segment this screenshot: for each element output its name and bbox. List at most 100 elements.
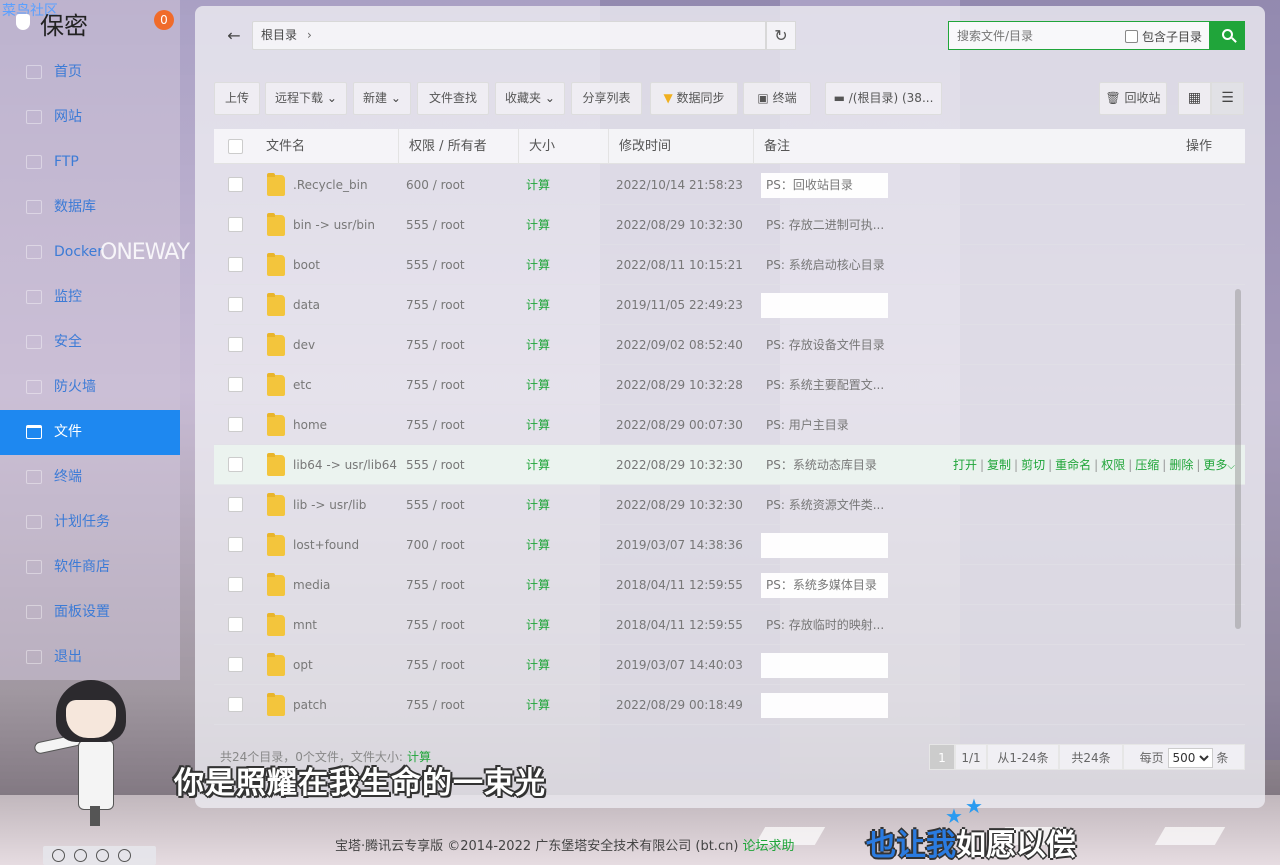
file-permission[interactable]: 555 / root bbox=[406, 205, 506, 245]
file-permission[interactable]: 755 / root bbox=[406, 285, 506, 325]
sidebar-item-firewall[interactable]: 防火墙 bbox=[0, 365, 180, 410]
user-icon[interactable] bbox=[52, 849, 65, 862]
terminal-button[interactable]: ▣ 终端 bbox=[743, 82, 811, 115]
file-remark[interactable]: PS: 存放设备文件目录 bbox=[761, 333, 888, 358]
sidebar-item-settings[interactable]: 面板设置 bbox=[0, 590, 180, 635]
file-remark[interactable]: PS: 系统主要配置文... bbox=[761, 373, 888, 398]
file-permission[interactable]: 755 / root bbox=[406, 645, 506, 685]
table-row[interactable]: data 755 / root 计算 2019/11/05 22:49:23 bbox=[214, 285, 1245, 325]
file-remark[interactable] bbox=[761, 653, 888, 678]
back-arrow-icon[interactable]: ← bbox=[225, 26, 243, 46]
list-view-icon[interactable]: ☰ bbox=[1211, 82, 1244, 115]
grid-view-icon[interactable]: ▦ bbox=[1178, 82, 1211, 115]
header-mtime[interactable]: 修改时间 bbox=[608, 129, 753, 164]
file-size-calc[interactable]: 计算 bbox=[526, 565, 586, 605]
data-sync-button[interactable]: ▼ 数据同步 bbox=[650, 82, 738, 115]
file-size-calc[interactable]: 计算 bbox=[526, 285, 586, 325]
file-permission[interactable]: 555 / root bbox=[406, 485, 506, 525]
file-permission[interactable]: 755 / root bbox=[406, 325, 506, 365]
scrollbar[interactable] bbox=[1235, 289, 1241, 629]
sidebar-item-logout[interactable]: 退出 bbox=[0, 635, 180, 680]
file-permission[interactable]: 755 / root bbox=[406, 565, 506, 605]
file-name[interactable]: .Recycle_bin bbox=[293, 165, 398, 205]
row-checkbox[interactable] bbox=[228, 657, 243, 672]
row-checkbox[interactable] bbox=[228, 177, 243, 192]
row-checkbox[interactable] bbox=[228, 617, 243, 632]
row-checkbox[interactable] bbox=[228, 697, 243, 712]
row-checkbox[interactable] bbox=[228, 217, 243, 232]
path-segment[interactable]: 根目录 bbox=[261, 28, 297, 42]
file-remark[interactable]: PS：系统动态库目录 bbox=[761, 453, 888, 478]
file-name[interactable]: lib -> usr/lib bbox=[293, 485, 398, 525]
header-size[interactable]: 大小 bbox=[518, 129, 608, 164]
file-permission[interactable]: 755 / root bbox=[406, 365, 506, 405]
notification-badge[interactable]: 0 bbox=[154, 10, 174, 30]
row-op-link[interactable]: 权限 bbox=[1101, 458, 1125, 472]
new-button[interactable]: 新建 ⌄ bbox=[353, 82, 411, 115]
file-remark[interactable] bbox=[761, 693, 888, 718]
row-checkbox[interactable] bbox=[228, 257, 243, 272]
row-checkbox[interactable] bbox=[228, 297, 243, 312]
file-name[interactable]: lib64 -> usr/lib64 bbox=[293, 445, 398, 485]
settings-icon[interactable] bbox=[74, 849, 87, 862]
sidebar-item-files[interactable]: 文件 bbox=[0, 410, 180, 455]
remote-download-button[interactable]: 远程下载 ⌄ bbox=[265, 82, 347, 115]
row-op-link[interactable]: 打开 bbox=[953, 458, 977, 472]
table-row[interactable]: lib64 -> usr/lib64 555 / root 计算 2022/08/29… bbox=[214, 445, 1245, 485]
upload-button[interactable]: 上传 bbox=[214, 82, 260, 115]
file-permission[interactable]: 555 / root bbox=[406, 445, 506, 485]
file-size-calc[interactable]: 计算 bbox=[526, 645, 586, 685]
file-permission[interactable]: 755 / root bbox=[406, 405, 506, 445]
include-subdir-checkbox[interactable]: 包含子目录 bbox=[1125, 28, 1202, 45]
row-checkbox[interactable] bbox=[228, 337, 243, 352]
file-name[interactable]: lost+found bbox=[293, 525, 398, 565]
row-checkbox[interactable] bbox=[228, 417, 243, 432]
sidebar-item-database[interactable]: 数据库 bbox=[0, 185, 180, 230]
table-row[interactable]: mnt 755 / root 计算 2018/04/11 12:59:55 PS: 存放… bbox=[214, 605, 1245, 645]
file-size-calc[interactable]: 计算 bbox=[526, 365, 586, 405]
row-op-link[interactable]: 删除 bbox=[1169, 458, 1193, 472]
file-permission[interactable]: 700 / root bbox=[406, 525, 506, 565]
file-name[interactable]: media bbox=[293, 565, 398, 605]
select-all-checkbox[interactable] bbox=[228, 139, 243, 154]
table-row[interactable]: dev 755 / root 计算 2022/09/02 08:52:40 PS: 存放… bbox=[214, 325, 1245, 365]
table-row[interactable]: bin -> usr/bin 555 / root 计算 2022/08/29 10:… bbox=[214, 205, 1245, 245]
header-filename[interactable]: 文件名 bbox=[266, 129, 305, 164]
file-remark[interactable] bbox=[761, 293, 888, 318]
row-checkbox[interactable] bbox=[228, 577, 243, 592]
table-row[interactable]: patch 755 / root 计算 2022/08/29 00:18:49 bbox=[214, 685, 1245, 725]
row-op-link[interactable]: 剪切 bbox=[1021, 458, 1045, 472]
sidebar-item-security[interactable]: 安全 bbox=[0, 320, 180, 365]
table-row[interactable]: etc 755 / root 计算 2022/08/29 10:32:28 PS: 系统… bbox=[214, 365, 1245, 405]
file-remark[interactable]: PS：回收站目录 bbox=[761, 173, 888, 198]
table-row[interactable]: lib -> usr/lib 555 / root 计算 2022/08/29 10:… bbox=[214, 485, 1245, 525]
table-row[interactable]: media 755 / root 计算 2018/04/11 12:59:55 PS：系… bbox=[214, 565, 1245, 605]
sidebar-item-store[interactable]: 软件商店 bbox=[0, 545, 180, 590]
path-input[interactable]: 根目录 › bbox=[252, 21, 766, 50]
sidebar-item-docker[interactable]: Docker ONEWAY bbox=[0, 230, 190, 275]
search-button[interactable] bbox=[1210, 21, 1245, 50]
github-icon[interactable] bbox=[96, 849, 109, 862]
sidebar-item-ftp[interactable]: FTP bbox=[0, 140, 180, 185]
favorites-button[interactable]: 收藏夹 ⌄ bbox=[495, 82, 565, 115]
file-size-calc[interactable]: 计算 bbox=[526, 205, 586, 245]
file-name[interactable]: dev bbox=[293, 325, 398, 365]
page-current[interactable]: 1 bbox=[929, 744, 955, 770]
search-input[interactable] bbox=[949, 22, 1119, 49]
row-checkbox[interactable] bbox=[228, 537, 243, 552]
row-op-link[interactable]: 重命名 bbox=[1055, 458, 1091, 472]
row-checkbox[interactable] bbox=[228, 497, 243, 512]
file-permission[interactable]: 755 / root bbox=[406, 685, 506, 725]
file-name[interactable]: boot bbox=[293, 245, 398, 285]
file-search-button[interactable]: 文件查找 bbox=[417, 82, 489, 115]
table-row[interactable]: opt 755 / root 计算 2019/03/07 14:40:03 bbox=[214, 645, 1245, 685]
file-name[interactable]: data bbox=[293, 285, 398, 325]
file-size-calc[interactable]: 计算 bbox=[526, 685, 586, 725]
file-size-calc[interactable]: 计算 bbox=[526, 245, 586, 285]
sidebar-item-monitor[interactable]: 监控 bbox=[0, 275, 180, 320]
sidebar-item-website[interactable]: 网站 bbox=[0, 95, 180, 140]
file-remark[interactable]: PS: 存放二进制可执... bbox=[761, 213, 888, 238]
table-row[interactable]: home 755 / root 计算 2022/08/29 00:07:30 PS: 用… bbox=[214, 405, 1245, 445]
row-op-link[interactable]: 压缩 bbox=[1135, 458, 1159, 472]
file-remark[interactable]: PS: 系统资源文件类... bbox=[761, 493, 888, 518]
